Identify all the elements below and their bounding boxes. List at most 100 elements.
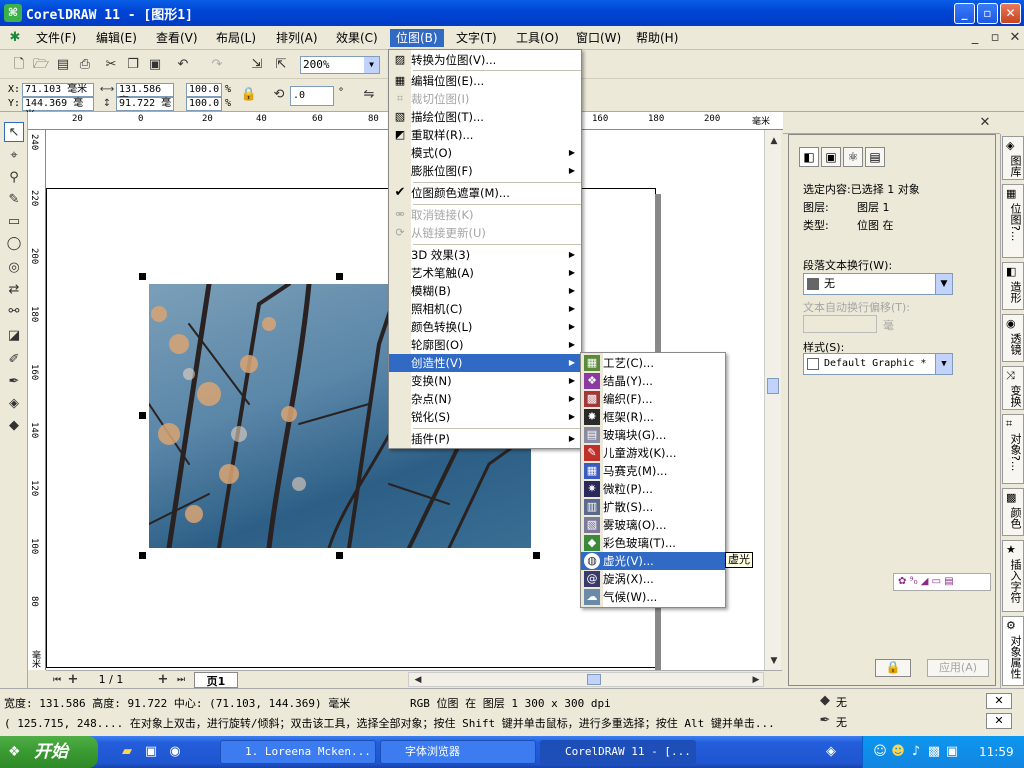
- tray-smile-icon[interactable]: ☻: [889, 743, 907, 761]
- menu-item-edit-bitmap[interactable]: ▦ 编辑位图(E)...: [389, 72, 581, 90]
- menu-item-resample[interactable]: ◩ 重取样(R)...: [389, 126, 581, 144]
- no-fill-swatch[interactable]: ✕: [986, 693, 1012, 709]
- tab-general-icon[interactable]: ◧: [799, 147, 819, 167]
- menu-item-distort[interactable]: 变换(N) ▶: [389, 372, 581, 390]
- new-file-icon[interactable]: 🗋: [10, 56, 28, 74]
- menu-item-art-strokes[interactable]: 艺术笔触(A) ▶: [389, 264, 581, 282]
- redo-icon[interactable]: ↷: [208, 56, 226, 74]
- zoom-tool-icon[interactable]: ⚲: [4, 168, 24, 188]
- menu-item-blur[interactable]: 模糊(B) ▶: [389, 282, 581, 300]
- tab-object-manager[interactable]: ⌗ 对象?...: [1002, 414, 1024, 484]
- scale-x-field[interactable]: 100.0: [186, 83, 222, 97]
- offset-field[interactable]: [803, 315, 877, 333]
- menu-item-contour[interactable]: 轮廓图(O) ▶: [389, 336, 581, 354]
- scroll-up-icon[interactable]: ▲: [765, 132, 783, 150]
- eyedropper-tool-icon[interactable]: ✐: [4, 350, 24, 370]
- menu-item-color-transform[interactable]: 颜色转换(L) ▶: [389, 318, 581, 336]
- lock-icon[interactable]: 🔒: [875, 659, 911, 677]
- tray-monitor-icon[interactable]: ▣: [943, 743, 961, 761]
- selection-handle[interactable]: [336, 552, 343, 559]
- tray-expand-icon[interactable]: ◈: [822, 743, 840, 761]
- quicklaunch-desktop-icon[interactable]: ▣: [142, 743, 160, 761]
- tab-lens[interactable]: ◉ 透镜: [1002, 314, 1024, 362]
- hscroll-thumb[interactable]: [587, 674, 601, 685]
- menu-item-trace-bitmap[interactable]: ▧ 描绘位图(T)...: [389, 108, 581, 126]
- mdi-restore-button[interactable]: ▫: [986, 29, 1004, 47]
- scroll-left-icon[interactable]: ◀: [409, 671, 427, 689]
- save-icon[interactable]: ▤: [54, 56, 72, 74]
- open-file-icon[interactable]: 🗁: [32, 56, 50, 74]
- menu-item-crafts[interactable]: ▦ 工艺(C)...: [581, 354, 725, 372]
- quicklaunch-media-icon[interactable]: ◉: [166, 743, 184, 761]
- task-coreldraw[interactable]: CorelDRAW 11 - [...: [540, 740, 696, 764]
- pick-tool-icon[interactable]: ↖: [4, 122, 24, 142]
- interactive-tool-icon[interactable]: ⚯: [4, 302, 24, 322]
- menu-item-weather[interactable]: ☁ 气候(W)...: [581, 588, 725, 606]
- import-icon[interactable]: ⇲: [248, 56, 266, 74]
- print-icon[interactable]: ⎙: [76, 56, 94, 74]
- task-music[interactable]: 1. Loreena Mcken...: [220, 740, 376, 764]
- chevron-down-icon[interactable]: ▼: [935, 354, 952, 374]
- scroll-thumb[interactable]: [767, 378, 779, 394]
- menu-item-update-from-link[interactable]: ⟳ 从链接更新(U): [389, 224, 581, 242]
- width-field[interactable]: 131.586 毫: [116, 83, 174, 107]
- maximize-button[interactable]: ▫: [977, 3, 998, 24]
- selection-handle[interactable]: [139, 412, 146, 419]
- menu-item-convert-to-bitmap[interactable]: ▨ 转换为位图(V)...: [389, 51, 581, 69]
- fill-tool-icon[interactable]: ◈: [4, 394, 24, 414]
- ellipse-tool-icon[interactable]: ◯: [4, 234, 24, 254]
- page-tab[interactable]: 页1: [194, 672, 238, 688]
- mdi-close-button[interactable]: ✕: [1006, 29, 1024, 47]
- export-icon[interactable]: ⇱: [272, 56, 290, 74]
- start-button[interactable]: ❖ 开始: [0, 736, 98, 768]
- menu-bitmaps[interactable]: 位图(B): [390, 29, 444, 47]
- chevron-down-icon[interactable]: ▼: [935, 274, 952, 294]
- tab-insert-character[interactable]: ★ 插入字符: [1002, 540, 1024, 612]
- y-position-field[interactable]: 144.369 毫米: [22, 97, 94, 121]
- mini-toolbar[interactable]: ✿ ⁹₀ ◢ ▭ ▤: [893, 573, 991, 591]
- menu-item-plugins[interactable]: 插件(P) ▶: [389, 430, 581, 448]
- tray-volume-icon[interactable]: ♪: [907, 743, 925, 761]
- chevron-down-icon[interactable]: ▼: [364, 57, 379, 73]
- menu-text[interactable]: 文字(T): [450, 29, 503, 47]
- scroll-down-icon[interactable]: ▼: [765, 652, 783, 670]
- outline-tool-icon[interactable]: ✒: [4, 372, 24, 392]
- tab-bitmap-mask[interactable]: ▦ 位图?...: [1002, 184, 1024, 258]
- paste-icon[interactable]: ▣: [146, 56, 164, 74]
- menu-item-mode[interactable]: 模式(O) ▶: [389, 144, 581, 162]
- tab-gallery[interactable]: ◈ 图库: [1002, 136, 1024, 180]
- menu-item-crop-bitmap[interactable]: ⌗ 裁切位图(I): [389, 90, 581, 108]
- vertical-ruler[interactable]: 240 220 200 180 160 140 120 100 80 毫米: [28, 130, 46, 670]
- menu-arrange[interactable]: 排列(A): [270, 29, 324, 47]
- menu-item-glass-block[interactable]: ▤ 玻璃块(G)...: [581, 426, 725, 444]
- wrap-select[interactable]: 无 ▼: [803, 273, 953, 295]
- tab-web-icon[interactable]: ⚛: [843, 147, 863, 167]
- add-page-after-icon[interactable]: +: [154, 671, 172, 689]
- menu-item-sharpen[interactable]: 锐化(S) ▶: [389, 408, 581, 426]
- vertical-scrollbar[interactable]: ▲ ▼: [764, 130, 781, 670]
- minimize-button[interactable]: _: [954, 3, 975, 24]
- transparency-tool-icon[interactable]: ◪: [4, 326, 24, 346]
- cut-icon[interactable]: ✂: [102, 56, 120, 74]
- tray-network-icon[interactable]: ☺: [871, 743, 889, 761]
- tab-transform[interactable]: ⤨ 变换: [1002, 366, 1024, 410]
- tab-shaping[interactable]: ◧ 造形: [1002, 262, 1024, 310]
- menu-edit[interactable]: 编辑(E): [90, 29, 143, 47]
- menu-item-crystallize[interactable]: ❖ 结晶(Y)...: [581, 372, 725, 390]
- quicklaunch-folder-icon[interactable]: ▰: [118, 743, 136, 761]
- close-button[interactable]: ✕: [1000, 3, 1021, 24]
- spiral-tool-icon[interactable]: ◎: [4, 258, 24, 278]
- no-outline-swatch[interactable]: ✕: [986, 713, 1012, 729]
- x-position-field[interactable]: 71.103 毫米: [22, 83, 94, 97]
- tab-summary-icon[interactable]: ▤: [865, 147, 885, 167]
- menu-effects[interactable]: 效果(C): [330, 29, 384, 47]
- task-font-browser[interactable]: 字体浏览器: [380, 740, 536, 764]
- menu-item-vortex[interactable]: @ 旋涡(X)...: [581, 570, 725, 588]
- lock-ratio-icon[interactable]: 🔒: [240, 86, 258, 104]
- tab-object-properties[interactable]: ⚙ 对象属性: [1002, 616, 1024, 686]
- menu-view[interactable]: 查看(V): [150, 29, 204, 47]
- menu-tools[interactable]: 工具(O): [510, 29, 565, 47]
- menu-item-inflate-bitmap[interactable]: 膨胀位图(F) ▶: [389, 162, 581, 180]
- menu-item-stained-glass[interactable]: ◆ 彩色玻璃(T)...: [581, 534, 725, 552]
- menu-item-color-mask[interactable]: ✔ 位图颜色遮罩(M)...: [389, 184, 581, 202]
